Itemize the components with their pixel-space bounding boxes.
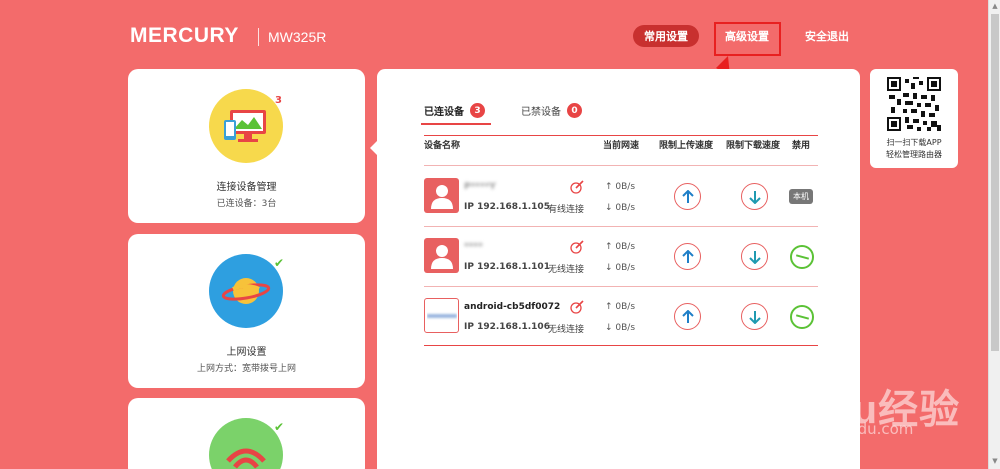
table-row: android-cb5df0072c IP 192.168.1.106 无线连接… <box>424 286 818 346</box>
arrow-down-icon <box>748 250 761 264</box>
limit-download-button[interactable] <box>741 303 768 330</box>
planet-icon <box>209 254 283 328</box>
limit-download-button[interactable] <box>741 183 768 210</box>
device-ip: IP 192.168.1.106 <box>464 322 550 332</box>
connection-type: 无线连接 <box>548 265 585 275</box>
nav-common-settings[interactable]: 常用设置 <box>633 25 699 47</box>
user-avatar-icon <box>424 178 459 213</box>
tab-label: 已连设备 <box>424 107 464 118</box>
highlight-box <box>714 22 781 56</box>
arrow-up-icon <box>681 309 694 323</box>
ban-button[interactable] <box>790 245 814 269</box>
table-top-border <box>424 135 818 136</box>
limit-download-button[interactable] <box>741 243 768 270</box>
col-ban: 禁用 <box>792 141 811 151</box>
logo-divider <box>258 28 259 46</box>
device-count-badge: 3 <box>275 95 282 106</box>
limit-upload-button[interactable] <box>674 243 701 270</box>
row-divider <box>424 345 818 346</box>
device-ip: IP 192.168.1.105 <box>464 202 550 212</box>
connected-devices-card[interactable]: 3 连接设备管理 已连设备：3台 <box>128 69 365 223</box>
upload-speed: ↑ 0B/s <box>605 242 636 252</box>
tab-count: 0 <box>567 103 582 118</box>
table-row: P****Y IP 192.168.1.105 有线连接 ↑ 0B/s ↓ 0B… <box>424 166 818 226</box>
tab-banned-devices[interactable]: 已禁设备 0 <box>521 103 582 118</box>
download-speed: ↓ 0B/s <box>605 203 636 213</box>
qr-card: 扫一扫下载APP 轻松管理路由器 <box>870 69 958 168</box>
qr-caption-1: 扫一扫下载APP <box>886 138 942 147</box>
arrow-down-icon <box>748 310 761 324</box>
edit-icon[interactable] <box>570 180 584 194</box>
model-name: MW325R <box>268 29 327 45</box>
col-current-speed: 当前网速 <box>603 141 640 151</box>
device-icon <box>424 298 459 333</box>
table-row: **** IP 192.168.1.101 无线连接 ↑ 0B/s ↓ 0B/s <box>424 226 818 286</box>
wifi-icon <box>209 418 283 469</box>
arrow-up-icon <box>681 249 694 263</box>
check-icon: ✔ <box>274 256 285 270</box>
limit-upload-button[interactable] <box>674 303 701 330</box>
tab-underline <box>421 123 491 125</box>
local-device-badge: 本机 <box>789 189 813 204</box>
ban-icon <box>795 254 809 260</box>
device-name: **** <box>464 242 483 252</box>
device-ip: IP 192.168.1.101 <box>464 262 550 272</box>
brand-logo: MERCURY <box>130 24 239 47</box>
arrow-down-icon <box>748 190 761 204</box>
device-name: P****Y <box>464 182 496 192</box>
page-scrollbar[interactable]: ▲ ▼ <box>988 0 1000 469</box>
monitor-icon <box>209 89 283 163</box>
card-subtitle: 上网方式：宽带拨号上网 <box>196 364 296 374</box>
card-title: 连接设备管理 <box>216 182 277 193</box>
card-title: 上网设置 <box>226 347 267 358</box>
qr-code-icon <box>887 77 941 131</box>
edit-icon[interactable] <box>570 300 584 314</box>
qr-caption-2: 轻松管理路由器 <box>886 150 942 159</box>
wireless-settings-card[interactable]: ✔ <box>128 398 365 469</box>
scrollbar-thumb[interactable] <box>991 14 999 351</box>
connection-type: 有线连接 <box>548 205 585 215</box>
col-device-name: 设备名称 <box>424 141 461 151</box>
upload-speed: ↑ 0B/s <box>605 182 636 192</box>
col-download-limit: 限制下载速度 <box>726 141 781 151</box>
tab-label: 已禁设备 <box>521 107 561 118</box>
device-name: android-cb5df0072c <box>464 302 560 312</box>
col-upload-limit: 限制上传速度 <box>659 141 714 151</box>
scroll-down-icon[interactable]: ▼ <box>989 457 1000 465</box>
arrow-up-icon <box>681 189 694 203</box>
upload-speed: ↑ 0B/s <box>605 302 636 312</box>
ban-button[interactable] <box>790 305 814 329</box>
nav-logout[interactable]: 安全退出 <box>804 25 850 47</box>
ban-icon <box>795 314 809 320</box>
watermark-url: jingyan.baidu.com <box>775 420 914 438</box>
scroll-up-icon[interactable]: ▲ <box>989 2 1000 10</box>
card-subtitle: 已连设备：3台 <box>216 199 277 209</box>
tab-count: 3 <box>470 103 485 118</box>
download-speed: ↓ 0B/s <box>605 323 636 333</box>
tab-connected-devices[interactable]: 已连设备 3 <box>424 103 485 118</box>
download-speed: ↓ 0B/s <box>605 263 636 273</box>
edit-icon[interactable] <box>570 240 584 254</box>
connection-type: 无线连接 <box>548 325 585 335</box>
limit-upload-button[interactable] <box>674 183 701 210</box>
internet-settings-card[interactable]: ✔ 上网设置 上网方式：宽带拨号上网 <box>128 234 365 388</box>
user-avatar-icon <box>424 238 459 273</box>
check-icon: ✔ <box>274 420 285 434</box>
